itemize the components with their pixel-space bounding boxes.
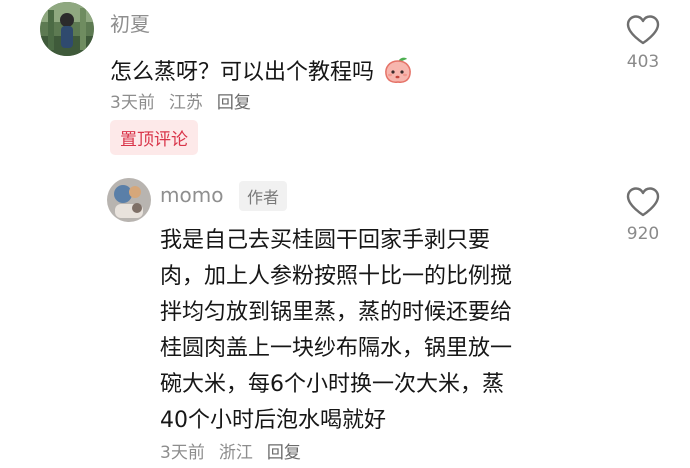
- comment-item: 初夏 怎么蒸呀？可以出个教程吗 3天前 江苏 回复 置顶评论 403: [0, 0, 690, 155]
- reply-text-line: 肉，加上人参粉按照十比一的比例搅: [160, 264, 513, 289]
- reply-text-line: 我是自己去买桂圆干回家手剥只要: [160, 228, 491, 253]
- avatar-image: [107, 178, 151, 222]
- reply-text-line: 拌均匀放到锅里蒸，蒸的时候还要给: [160, 300, 513, 325]
- comment-location: 浙江: [218, 443, 253, 463]
- like-button[interactable]: 403: [611, 14, 675, 72]
- reply-item: momo 作者 我是自己去买桂圆干回家手剥只要 肉，加上人参粉按照十比一的比例搅…: [0, 170, 690, 468]
- peach-emoji-icon: [383, 56, 413, 90]
- avatar[interactable]: [107, 178, 151, 222]
- heart-icon: [626, 187, 660, 217]
- comment-meta: 3天前 浙江 回复: [160, 438, 315, 463]
- author-badge: 作者: [239, 181, 288, 211]
- like-count: 920: [626, 224, 660, 244]
- avatar-image: [40, 2, 94, 56]
- comment-text: 怎么蒸呀？可以出个教程吗: [110, 54, 413, 90]
- pinned-badge: 置顶评论: [110, 120, 198, 155]
- comment-meta: 3天前 江苏 回复: [110, 88, 265, 113]
- like-button[interactable]: 920: [611, 186, 675, 244]
- like-count: 403: [626, 52, 660, 72]
- heart-icon: [626, 15, 660, 45]
- avatar[interactable]: [40, 2, 94, 56]
- comment-time: 3天前: [110, 93, 155, 113]
- comment-location: 江苏: [168, 93, 203, 113]
- comment-time: 3天前: [160, 443, 205, 463]
- reply-button[interactable]: 回复: [217, 93, 251, 113]
- username[interactable]: momo: [160, 183, 223, 207]
- username[interactable]: 初夏: [110, 8, 150, 37]
- reply-text-line: 碗大米，每6个小时换一次大米，蒸: [160, 372, 504, 397]
- reply-button[interactable]: 回复: [267, 443, 301, 463]
- reply-text-line: 桂圆肉盖上一块纱布隔水，锅里放一: [160, 336, 513, 361]
- reply-text-line: 40个小时后泡水喝就好: [160, 408, 386, 433]
- comment-text-content: 怎么蒸呀？可以出个教程吗: [110, 60, 375, 85]
